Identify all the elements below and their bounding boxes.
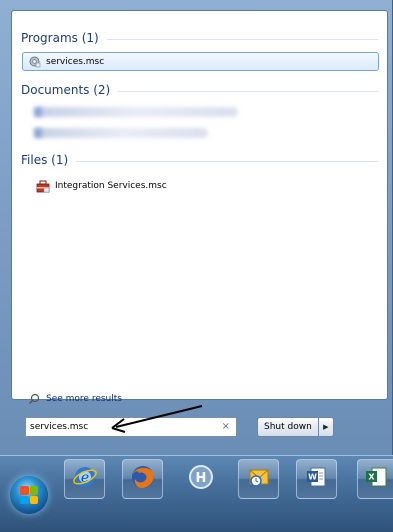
internet-explorer-icon: e	[72, 464, 98, 494]
program-result-label: services.msc	[46, 56, 105, 67]
chevron-right-icon: ▶	[323, 423, 329, 431]
start-search-box[interactable]: ×	[25, 417, 237, 437]
group-divider	[76, 160, 378, 162]
documents-group-header[interactable]: Documents (2)	[21, 81, 378, 99]
files-header-label: Files (1)	[21, 153, 69, 167]
documents-header-label: Documents (2)	[21, 83, 111, 97]
word-icon: W	[304, 464, 330, 494]
search-icon	[27, 392, 41, 406]
taskbar-internet-explorer[interactable]: e	[64, 459, 105, 499]
taskbar-firefox[interactable]	[122, 459, 163, 499]
taskbar-word[interactable]: W	[296, 459, 337, 499]
search-results-pane: Programs (1) services.msc Documents (2) …	[11, 10, 388, 405]
taskbar-excel[interactable]: X	[357, 459, 393, 499]
search-input[interactable]	[26, 419, 214, 435]
files-group-header[interactable]: Files (1)	[21, 151, 378, 169]
program-result-services-msc[interactable]: services.msc	[22, 52, 379, 71]
file-result-label: Integration Services.msc	[55, 181, 167, 191]
taskbar-outlook[interactable]	[238, 459, 279, 499]
group-divider	[106, 38, 378, 40]
file-result-integration-services[interactable]: Integration Services.msc	[32, 176, 167, 196]
taskbar-h-app[interactable]: H	[180, 459, 221, 499]
gear-icon	[27, 55, 41, 69]
toolbox-icon	[36, 179, 50, 193]
see-more-results-link[interactable]: See more results	[23, 392, 122, 406]
programs-group-header[interactable]: Programs (1)	[21, 29, 378, 47]
blurred-document-result[interactable]	[38, 107, 238, 117]
see-more-label: See more results	[46, 394, 122, 404]
svg-text:X: X	[368, 473, 375, 482]
shutdown-control: Shut down ▶	[257, 417, 334, 437]
blurred-document-result[interactable]	[38, 128, 208, 138]
programs-header-label: Programs (1)	[21, 31, 99, 45]
h-app-icon: H	[188, 464, 214, 494]
outlook-icon	[246, 464, 272, 494]
excel-icon: X	[364, 464, 388, 494]
firefox-icon	[129, 463, 157, 495]
windows-logo-icon	[20, 486, 38, 504]
start-button[interactable]	[10, 476, 48, 514]
clear-search-icon[interactable]: ×	[222, 421, 230, 432]
shutdown-options-button[interactable]: ▶	[318, 417, 334, 437]
start-menu: Programs (1) services.msc Documents (2) …	[0, 0, 393, 455]
svg-text:H: H	[195, 471, 206, 486]
group-divider	[118, 90, 378, 92]
shutdown-button[interactable]: Shut down	[257, 417, 319, 437]
svg-text:W: W	[308, 473, 317, 482]
